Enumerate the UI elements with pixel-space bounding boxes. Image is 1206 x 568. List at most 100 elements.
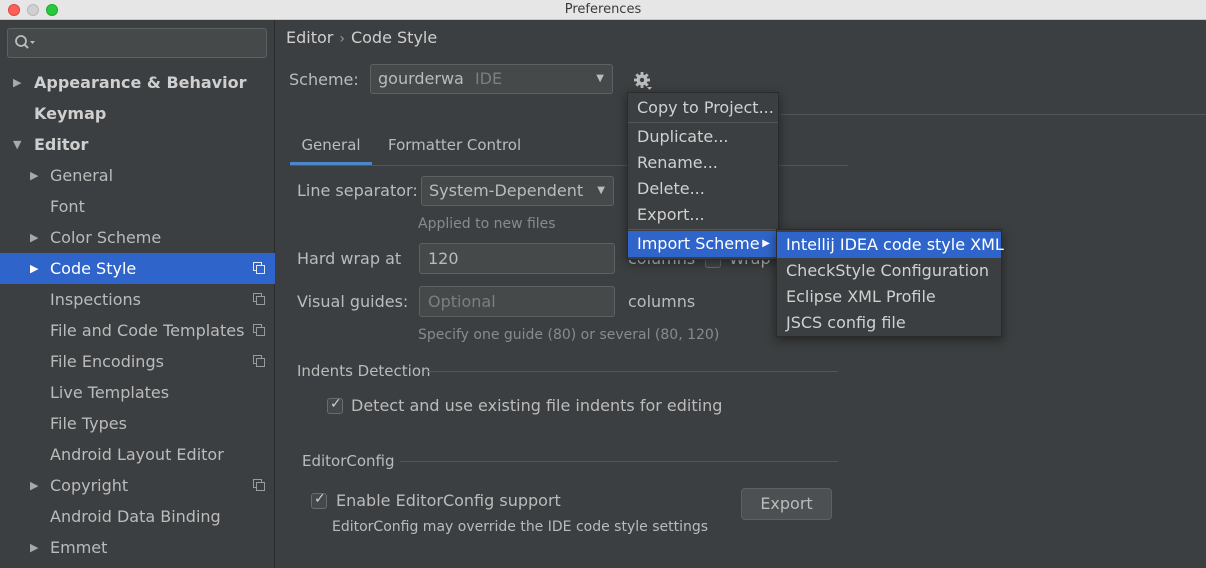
copy-icon <box>253 293 265 305</box>
preferences-window: Preferences ▶ Appearance & Behavior Keym… <box>0 0 1206 568</box>
header-divider <box>781 114 1206 115</box>
expand-arrow-icon[interactable]: ▶ <box>30 532 38 563</box>
sidebar-item-label: Android Layout Editor <box>50 445 224 464</box>
menu-item-copy-to-project[interactable]: Copy to Project... <box>628 95 778 121</box>
detect-indents-label: Detect and use existing file indents for… <box>351 396 723 415</box>
export-button[interactable]: Export <box>741 488 832 520</box>
scheme-label: Scheme: <box>289 70 359 89</box>
sidebar-item-label: Appearance & Behavior <box>34 73 247 92</box>
menu-item-eclipse-xml[interactable]: Eclipse XML Profile <box>777 284 1001 310</box>
sidebar-item-file-encodings[interactable]: File Encodings <box>0 346 275 377</box>
breadcrumb-current: Code Style <box>350 28 438 47</box>
sidebar-item-label: Font <box>50 197 85 216</box>
visual-guides-input[interactable]: Optional <box>419 286 615 317</box>
menu-item-checkstyle[interactable]: CheckStyle Configuration <box>777 258 1001 284</box>
indents-detection-title: Indents Detection <box>297 362 431 380</box>
line-separator-label: Line separator: <box>297 181 418 200</box>
sidebar-item-emmet[interactable]: ▶ Emmet <box>0 532 275 563</box>
expand-arrow-icon[interactable]: ▶ <box>30 253 38 284</box>
copy-icon <box>253 355 265 367</box>
line-separator-hint: Applied to new files <box>418 216 556 232</box>
sidebar-item-keymap[interactable]: Keymap <box>0 98 275 129</box>
detect-indents-checkbox[interactable]: ✓ <box>327 396 343 414</box>
breadcrumb-parent[interactable]: Editor <box>286 28 333 47</box>
enable-editorconfig-checkbox[interactable]: ✓ <box>311 491 327 509</box>
sidebar-item-appearance-behavior[interactable]: ▶ Appearance & Behavior <box>0 67 275 98</box>
submenu-arrow-icon: ▶ <box>762 238 770 249</box>
menu-item-label: Import Scheme <box>637 234 760 253</box>
checkmark-icon: ✓ <box>314 491 326 507</box>
tab-formatter-control[interactable]: Formatter Control <box>388 130 521 166</box>
sidebar-item-file-types[interactable]: File Types <box>0 408 275 439</box>
copy-icon <box>253 324 265 336</box>
menu-item-export[interactable]: Export... <box>628 202 778 228</box>
import-scheme-submenu: Intellij IDEA code style XML CheckStyle … <box>776 229 1004 337</box>
sidebar-item-label: Emmet <box>50 538 108 557</box>
sidebar-item-label: Keymap <box>34 104 107 123</box>
line-separator-value: System-Dependent <box>429 181 584 200</box>
copy-icon <box>253 479 265 491</box>
tab-general[interactable]: General <box>290 130 372 166</box>
sidebar-item-label: Inspections <box>50 290 141 309</box>
expand-arrow-icon[interactable]: ▶ <box>30 470 38 501</box>
copy-icon <box>253 262 265 274</box>
checkmark-icon: ✓ <box>330 396 342 412</box>
sidebar-item-android-data-binding[interactable]: Android Data Binding <box>0 501 275 532</box>
sidebar-item-label: Android Data Binding <box>50 507 221 526</box>
sidebar-item-inspections[interactable]: Inspections <box>0 284 275 315</box>
enable-editorconfig-label: Enable EditorConfig support <box>336 491 561 510</box>
sidebar-item-general[interactable]: ▶ General <box>0 160 275 191</box>
breadcrumb-separator: › <box>339 31 345 47</box>
scheme-dropdown[interactable]: gourderwa IDE ▼ <box>370 64 613 94</box>
search-icon[interactable] <box>14 33 36 53</box>
visual-guides-unit: columns <box>628 292 696 311</box>
menu-item-duplicate[interactable]: Duplicate... <box>628 124 778 150</box>
sidebar-item-label: General <box>50 166 114 185</box>
sidebar-item-label: File Encodings <box>50 352 164 371</box>
chevron-down-icon: ▼ <box>597 185 605 196</box>
sidebar-item-copyright[interactable]: ▶ Copyright <box>0 470 275 501</box>
menu-separator <box>628 122 778 123</box>
sidebar-item-font[interactable]: Font <box>0 191 275 222</box>
sidebar-item-label: Editor <box>34 135 89 154</box>
menu-item-import-scheme[interactable]: Import Scheme ▶ <box>628 231 778 257</box>
menu-item-intellij-xml[interactable]: Intellij IDEA code style XML <box>777 232 1004 258</box>
menu-item-delete[interactable]: Delete... <box>628 176 778 202</box>
menu-item-jscs-config[interactable]: JSCS config file <box>777 310 1001 336</box>
sidebar-item-label: File and Code Templates <box>50 321 245 340</box>
window-title: Preferences <box>564 2 642 17</box>
breadcrumb: Editor › Code Style <box>286 28 437 47</box>
visual-guides-label: Visual guides: <box>297 292 409 311</box>
group-divider <box>400 461 838 462</box>
scheme-actions-menu: Copy to Project... Duplicate... Rename..… <box>627 92 779 260</box>
expand-arrow-icon[interactable]: ▶ <box>13 67 21 98</box>
sidebar-item-code-style[interactable]: ▶ Code Style <box>0 253 275 284</box>
title-bar: Preferences <box>0 0 1206 20</box>
sidebar-item-android-layout-editor[interactable]: Android Layout Editor <box>0 439 275 470</box>
sidebar-item-label: File Types <box>50 414 127 433</box>
chevron-down-icon: ▼ <box>596 73 604 84</box>
hard-wrap-input[interactable]: 120 <box>419 243 615 274</box>
menu-separator <box>628 229 778 230</box>
sidebar-item-file-code-templates[interactable]: File and Code Templates <box>0 315 275 346</box>
gear-icon[interactable] <box>632 70 654 92</box>
sidebar-item-label: Code Style <box>50 259 137 278</box>
collapse-arrow-icon[interactable]: ▼ <box>13 129 21 160</box>
sidebar-item-editor[interactable]: ▼ Editor <box>0 129 275 160</box>
sidebar-item-color-scheme[interactable]: ▶ Color Scheme <box>0 222 275 253</box>
sidebar-item-label: Color Scheme <box>50 228 162 247</box>
scheme-type: IDE <box>474 69 503 88</box>
visual-guides-hint: Specify one guide (80) or several (80, 1… <box>418 327 720 343</box>
sidebar-item-label: Live Templates <box>50 383 170 402</box>
sidebar-item-live-templates[interactable]: Live Templates <box>0 377 275 408</box>
group-divider <box>426 371 838 372</box>
editorconfig-hint: EditorConfig may override the IDE code s… <box>332 519 709 535</box>
scheme-name: gourderwa <box>378 69 464 88</box>
line-separator-dropdown[interactable]: System-Dependent ▼ <box>421 176 614 206</box>
settings-sidebar: ▶ Appearance & Behavior Keymap ▼ Editor … <box>0 20 275 568</box>
menu-item-rename[interactable]: Rename... <box>628 150 778 176</box>
expand-arrow-icon[interactable]: ▶ <box>30 222 38 253</box>
expand-arrow-icon[interactable]: ▶ <box>30 160 38 191</box>
settings-search-input[interactable] <box>7 28 267 58</box>
hard-wrap-label: Hard wrap at <box>297 249 402 268</box>
